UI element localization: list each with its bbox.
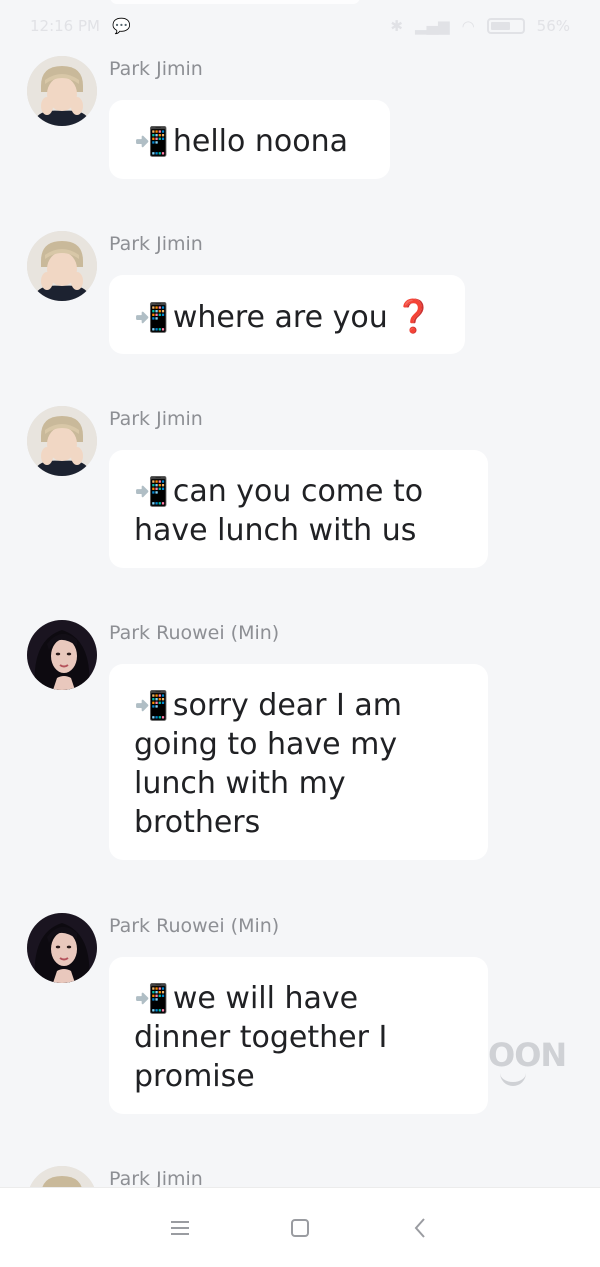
avatar[interactable] xyxy=(27,620,97,690)
chat-notification-icon: 💬 xyxy=(111,17,131,35)
battery-icon xyxy=(486,18,525,34)
phone-arrow-icon: 📲 xyxy=(134,689,169,722)
chat-message: Park Ruowei (Min) 📲 sorry dear I am going… xyxy=(0,620,600,870)
message-bubble[interactable]: 📲 sorry dear I am going to have my lunch … xyxy=(109,664,488,860)
message-text: sorry dear I am going to have my lunch w… xyxy=(134,688,403,840)
message-bubble[interactable]: 📲 can you come to have lunch with us xyxy=(109,450,488,568)
chat-message: Park Ruowei (Min) 📲 we will have dinner t… xyxy=(0,913,600,1123)
sender-name: Park Jimin xyxy=(109,233,203,255)
ruowei-avatar-image xyxy=(27,620,97,690)
home-square-icon xyxy=(291,1218,309,1237)
jimin-avatar-image xyxy=(27,406,97,476)
avatar[interactable] xyxy=(27,406,97,476)
home-button[interactable] xyxy=(280,1208,320,1248)
message-text: can you come to have lunch with us xyxy=(134,474,424,548)
message-bubble[interactable]: 📲 hello noona xyxy=(109,100,390,179)
wifi-icon: ◠ xyxy=(461,17,475,35)
avatar[interactable] xyxy=(27,913,97,983)
phone-arrow-icon: 📲 xyxy=(134,125,169,158)
menu-button[interactable] xyxy=(160,1208,200,1248)
chat-message: Park Jimin 📲 where are you ❓ xyxy=(0,231,600,361)
sender-name: Park Ruowei (Min) xyxy=(109,622,280,644)
watermark-logo: OON xyxy=(488,1036,567,1074)
jimin-avatar-image xyxy=(27,231,97,301)
sender-name: Park Jimin xyxy=(109,58,203,80)
jimin-avatar-image xyxy=(27,56,97,126)
phone-arrow-icon: 📲 xyxy=(134,982,169,1015)
message-text: we will have dinner together I promise xyxy=(134,981,388,1094)
battery-level: 56% xyxy=(536,17,570,35)
sender-name: Park Jimin xyxy=(109,408,203,430)
message-bubble[interactable]: 📲 where are you ❓ xyxy=(109,275,465,354)
system-navigation-bar xyxy=(0,1187,600,1267)
avatar[interactable] xyxy=(27,56,97,126)
message-bubble[interactable]: 📲 we will have dinner together I promise xyxy=(109,957,488,1114)
status-bar: 12:16 PM 💬 ✱ ▂▄▆ ◠ 56% xyxy=(0,0,600,52)
back-button[interactable] xyxy=(400,1208,440,1248)
sender-name: Park Ruowei (Min) xyxy=(109,915,280,937)
ruowei-avatar-image xyxy=(27,913,97,983)
menu-icon xyxy=(171,1220,189,1235)
message-text: hello noona xyxy=(172,124,349,159)
phone-arrow-icon: 📲 xyxy=(134,475,169,508)
chat-message: Park Jimin 📲 can you come to have lunch w… xyxy=(0,406,600,576)
status-time: 12:16 PM xyxy=(30,17,100,35)
notification-pill xyxy=(110,0,360,4)
bluetooth-icon: ✱ xyxy=(390,17,403,35)
back-chevron-icon xyxy=(414,1217,425,1238)
question-mark-icon: ❓ xyxy=(393,297,434,335)
message-text: where are you xyxy=(172,300,388,335)
chat-message: Park Jimin 📲 hello noona xyxy=(0,56,600,186)
avatar[interactable] xyxy=(27,231,97,301)
signal-icon: ▂▄▆ xyxy=(414,17,450,35)
phone-arrow-icon: 📲 xyxy=(134,301,169,334)
